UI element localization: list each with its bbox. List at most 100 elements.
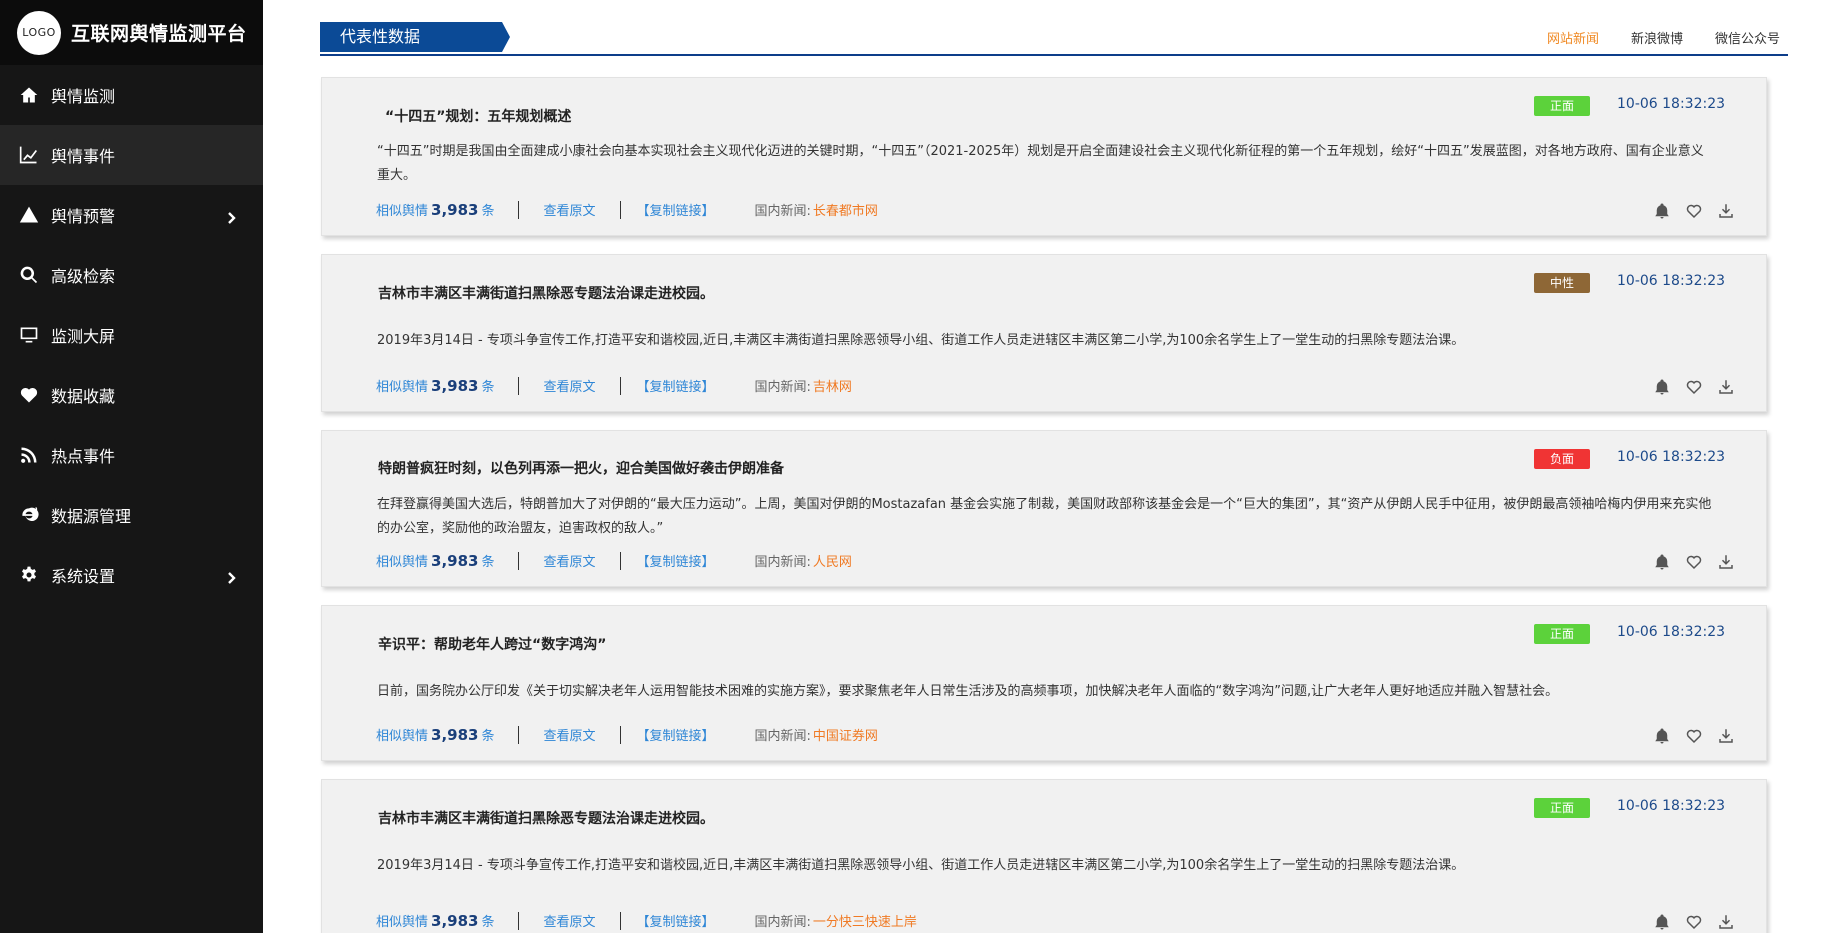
divider [518,200,520,219]
line-chart-icon [17,143,41,167]
sidebar-item-label: 监测大屏 [51,327,116,346]
sentiment-badge: 正面 [1534,96,1590,116]
filter-sina-weibo[interactable]: 新浪微博 [1631,28,1683,47]
sidebar-item-favorites[interactable]: 数据收藏 [0,365,263,425]
heart-outline-icon[interactable] [1684,377,1704,397]
sidebar: LOGO 互联网舆情监测平台 舆情监测 舆情事件 舆情预警 高级检索 监测大屏 … [0,0,263,933]
bell-icon[interactable] [1652,726,1672,746]
news-list: “十四五”规划：五年规划概述 正面 10-06 18:32:23 “十四五”时期… [321,77,1767,933]
news-card: 吉林市丰满区丰满街道扫黑除恶专题法治课走进校园。 正面 10-06 18:32:… [321,779,1767,933]
similar-number: 3,983 [431,912,479,930]
source-link[interactable]: 人民网 [813,551,852,570]
heart-outline-icon[interactable] [1684,201,1704,221]
copy-link-button[interactable]: 【复制链接】 [637,200,715,219]
download-icon[interactable] [1716,377,1736,397]
news-time: 10-06 18:32:23 [1617,798,1726,814]
card-actions [1652,726,1736,746]
news-card: 辛识平：帮助老年人跨过“数字鸿沟” 正面 10-06 18:32:23 日前，国… [321,605,1767,761]
similar-prefix: 相似舆情 [376,555,429,570]
sidebar-item-big-screen[interactable]: 监测大屏 [0,305,263,365]
sidebar-item-label: 热点事件 [51,447,116,466]
sidebar-item-events[interactable]: 舆情事件 [0,125,263,185]
copy-link-button[interactable]: 【复制链接】 [637,376,715,395]
news-time: 10-06 18:32:23 [1617,449,1726,465]
ie-icon [17,503,41,527]
sentiment-badge: 正面 [1534,798,1590,818]
rss-icon [17,443,41,467]
view-original-link[interactable]: 查看原文 [543,376,595,395]
sidebar-item-advanced-search[interactable]: 高级检索 [0,245,263,305]
download-icon[interactable] [1716,201,1736,221]
view-original-link[interactable]: 查看原文 [543,200,595,219]
source-label: 国内新闻: [754,555,811,570]
similar-count[interactable]: 相似舆情 3,983 条 [376,551,494,570]
news-title[interactable]: 特朗普疯狂时刻，以色列再添一把火，迎合美国做好袭击伊朗准备 [378,458,784,478]
sentiment-badge: 负面 [1534,449,1590,469]
sidebar-item-monitor[interactable]: 舆情监测 [0,65,263,125]
sidebar-item-label: 数据收藏 [51,387,116,406]
bell-icon[interactable] [1652,201,1672,221]
source-link[interactable]: 吉林网 [813,376,852,395]
news-summary: 2019年3月14日 - 专项斗争宣传工作,打造平安和谐校园,近日,丰满区丰满街… [377,858,1465,873]
filter-wechat[interactable]: 微信公众号 [1715,28,1780,47]
news-title[interactable]: 吉林市丰满区丰满街道扫黑除恶专题法治课走进校园。 [378,808,714,828]
sidebar-item-warning[interactable]: 舆情预警 [0,185,263,245]
sidebar-item-label: 舆情监测 [51,87,116,106]
bell-icon[interactable] [1652,912,1672,932]
similar-count[interactable]: 相似舆情 3,983 条 [376,200,494,219]
divider [619,551,621,570]
news-title[interactable]: 吉林市丰满区丰满街道扫黑除恶专题法治课走进校园。 [378,283,714,303]
source-link[interactable]: 一分快三快速上岸 [813,911,917,930]
source-filters: 网站新闻 新浪微博 微信公众号 [1515,28,1780,47]
view-original-link[interactable]: 查看原文 [543,911,595,930]
similar-number: 3,983 [431,552,479,570]
download-icon[interactable] [1716,552,1736,572]
source-link[interactable]: 中国证券网 [813,725,878,744]
chevron-right-icon [225,569,237,584]
sidebar-item-datasource[interactable]: 数据源管理 [0,485,263,545]
filter-website-news[interactable]: 网站新闻 [1547,28,1599,47]
similar-count[interactable]: 相似舆情 3,983 条 [376,376,494,395]
copy-link-button[interactable]: 【复制链接】 [637,725,715,744]
source-label: 国内新闻: [754,915,811,930]
similar-prefix: 相似舆情 [376,915,429,930]
card-actions [1652,552,1736,572]
heart-outline-icon[interactable] [1684,552,1704,572]
copy-link-button[interactable]: 【复制链接】 [637,911,715,930]
news-summary: “十四五”时期是我国由全面建成小康社会向基本实现社会主义现代化迈进的关键时期，“… [377,144,1704,183]
download-icon[interactable] [1716,912,1736,932]
news-title[interactable]: 辛识平：帮助老年人跨过“数字鸿沟” [378,634,606,654]
warning-icon [17,203,41,227]
card-actions [1652,912,1736,932]
download-icon[interactable] [1716,726,1736,746]
sidebar-item-settings[interactable]: 系统设置 [0,545,263,605]
copy-link-button[interactable]: 【复制链接】 [637,551,715,570]
similar-number: 3,983 [431,377,479,395]
similar-count[interactable]: 相似舆情 3,983 条 [376,911,494,930]
heart-outline-icon[interactable] [1684,912,1704,932]
divider [518,376,520,395]
chevron-right-icon [225,209,237,224]
divider [518,551,520,570]
source-label: 国内新闻: [754,380,811,395]
sidebar-item-label: 系统设置 [51,567,116,586]
section-header: 代表性数据 网站新闻 新浪微博 微信公众号 [320,22,1788,56]
news-title[interactable]: “十四五”规划：五年规划概述 [385,106,571,126]
sentiment-badge: 中性 [1534,273,1590,293]
news-card: 特朗普疯狂时刻，以色列再添一把火，迎合美国做好袭击伊朗准备 负面 10-06 1… [321,430,1767,587]
app-title: 互联网舆情监测平台 [71,23,247,45]
similar-suffix: 条 [481,915,495,930]
bell-icon[interactable] [1652,377,1672,397]
search-icon [17,263,41,287]
source-link[interactable]: 长春都市网 [813,200,878,219]
view-original-link[interactable]: 查看原文 [543,725,595,744]
bell-icon[interactable] [1652,552,1672,572]
similar-count[interactable]: 相似舆情 3,983 条 [376,725,494,744]
news-summary: 日前，国务院办公厅印发《关于切实解决老年人运用智能技术困难的实施方案》，要求聚焦… [377,684,1559,699]
news-time: 10-06 18:32:23 [1617,273,1726,289]
view-original-link[interactable]: 查看原文 [543,551,595,570]
sidebar-item-label: 舆情预警 [51,207,116,226]
heart-outline-icon[interactable] [1684,726,1704,746]
similar-prefix: 相似舆情 [376,380,429,395]
sidebar-item-hot-events[interactable]: 热点事件 [0,425,263,485]
